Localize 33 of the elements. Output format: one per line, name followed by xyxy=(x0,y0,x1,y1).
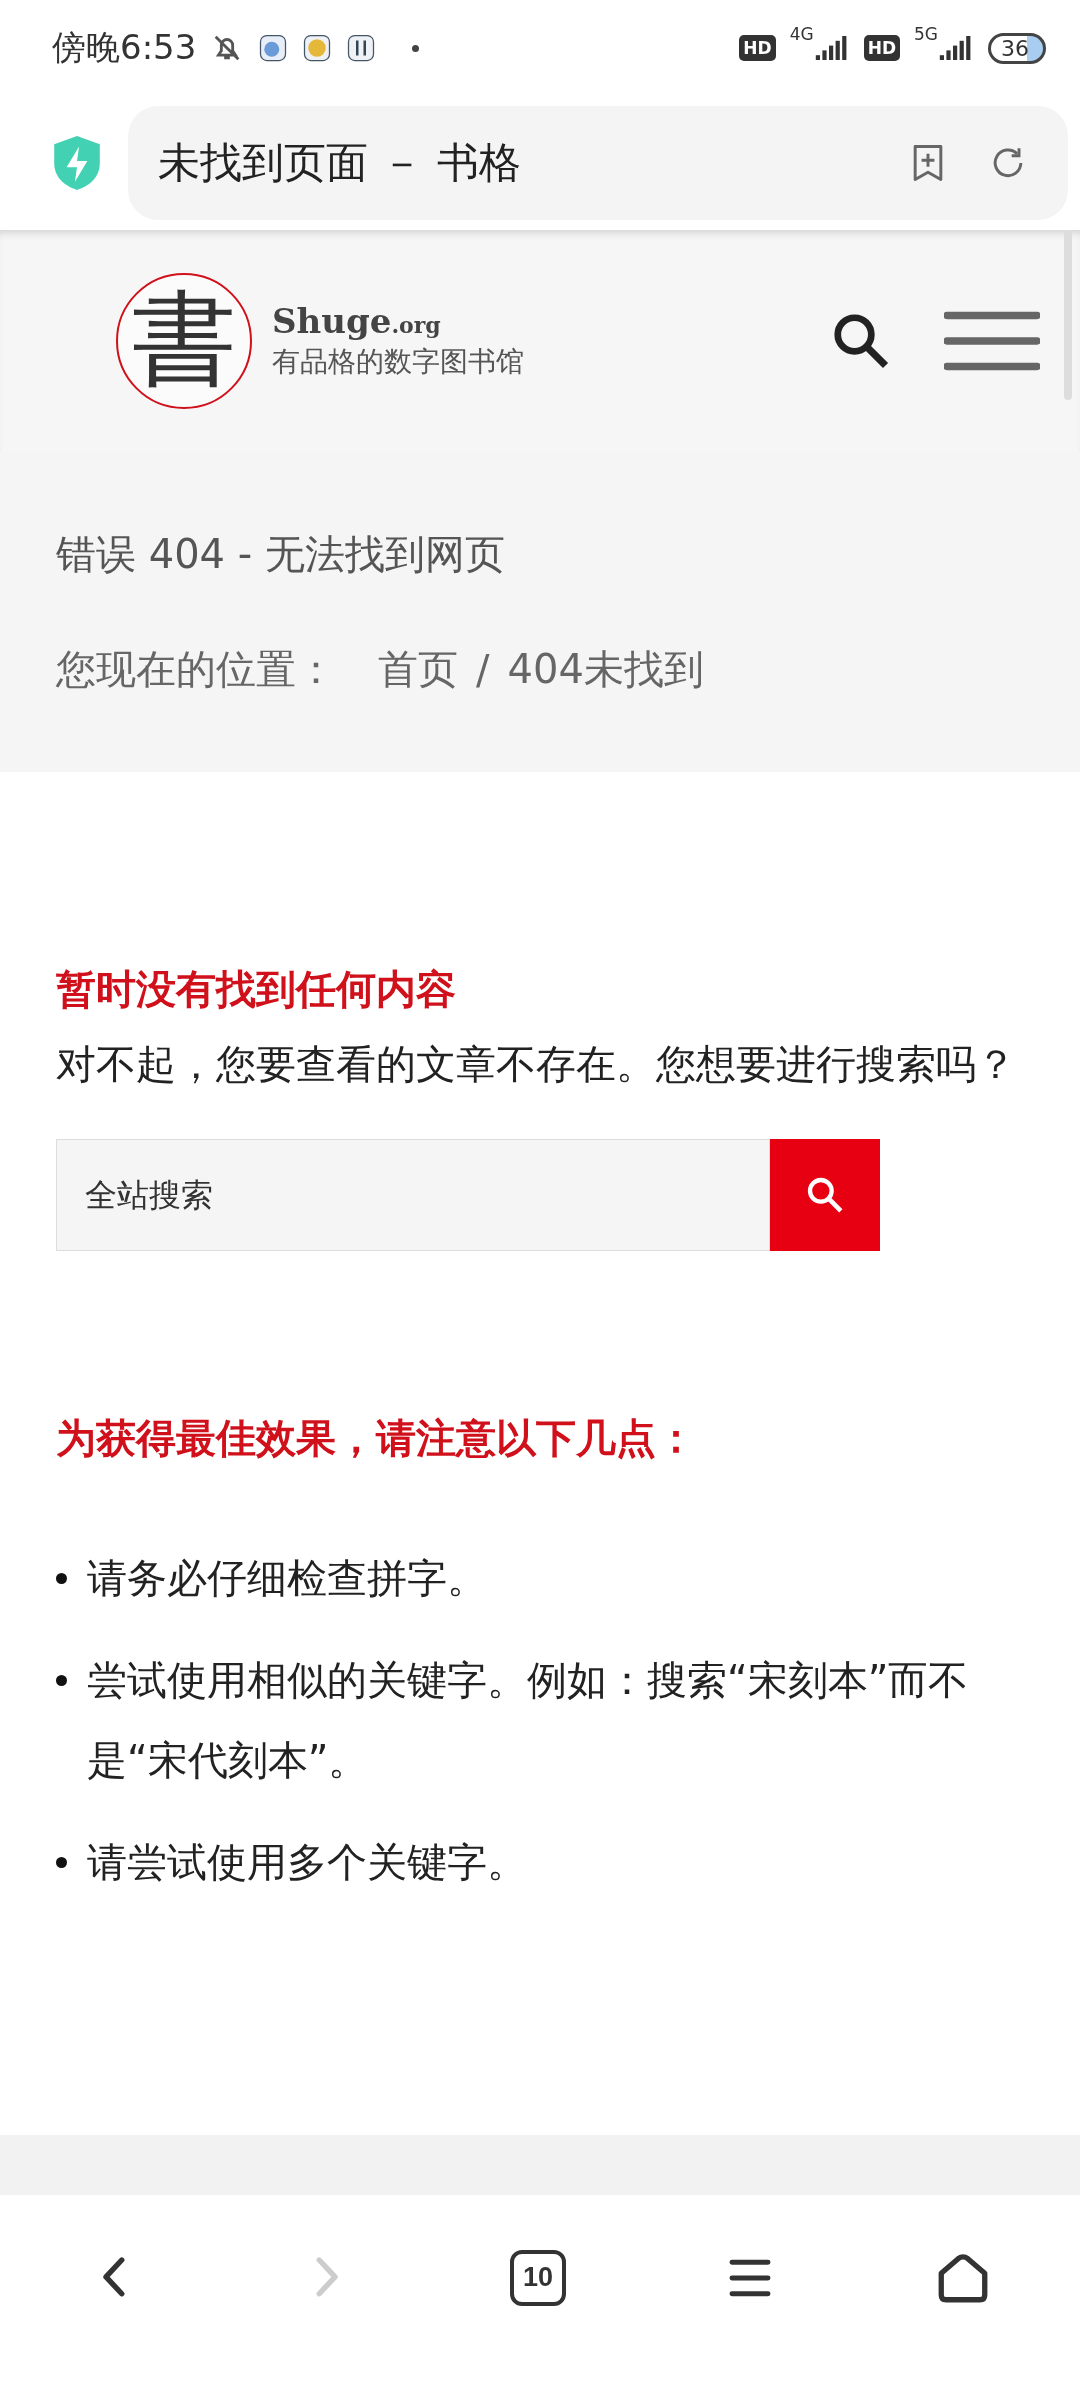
hd-badge: HD xyxy=(863,35,900,61)
address-bar[interactable]: 未找到页面 － 书格 xyxy=(128,106,1068,220)
network-type: 4G xyxy=(789,24,814,44)
breadcrumb-label: 您现在的位置： xyxy=(56,645,336,694)
tip-text: 请务必仔细检查拼字。 xyxy=(87,1554,488,1603)
bullet-icon xyxy=(56,1573,67,1584)
page-heading: 错误 404 - 无法找到网页 xyxy=(56,530,506,579)
bullet-icon xyxy=(56,1857,67,1868)
battery-level: 36 xyxy=(988,32,1046,64)
network-type: 5G xyxy=(914,24,938,44)
more-dot-icon xyxy=(412,44,420,52)
breadcrumb-current: 404未找到 xyxy=(507,645,704,694)
mail-app-icon xyxy=(302,33,333,63)
breadcrumb-separator: / xyxy=(476,646,490,693)
notice-text: 对不起，您要查看的文章不存在。您想要进行搜索吗？ xyxy=(56,1040,1016,1089)
status-time: 傍晚6:53 xyxy=(52,26,197,69)
page-title: 未找到页面 － 书格 xyxy=(158,137,522,189)
search-button[interactable] xyxy=(770,1139,880,1251)
hd-badge: HD xyxy=(739,35,776,61)
tips-heading: 为获得最佳效果，请注意以下几点： xyxy=(56,1414,697,1463)
shield-icon xyxy=(52,134,102,192)
site-name[interactable]: Shuge.org xyxy=(272,301,524,341)
bullet-icon xyxy=(56,1675,67,1686)
search-field[interactable]: 全站搜索 xyxy=(56,1139,770,1251)
site-tagline: 有品格的数字图书馆 xyxy=(272,344,524,380)
tip-text: 尝试使用相似的关键字。例如：搜索“宋刻本”而不是“宋代刻本”。 xyxy=(87,1656,970,1785)
chat-app-icon xyxy=(258,33,289,63)
tools-app-icon xyxy=(346,33,377,63)
notice-heading: 暂时没有找到任何内容 xyxy=(56,965,457,1014)
logo-seal[interactable]: 書 xyxy=(116,273,252,409)
tip-text: 请尝试使用多个关键字。 xyxy=(87,1838,528,1887)
breadcrumb-link[interactable]: 首页 xyxy=(378,642,458,697)
scrollbar[interactable] xyxy=(1064,230,1072,400)
